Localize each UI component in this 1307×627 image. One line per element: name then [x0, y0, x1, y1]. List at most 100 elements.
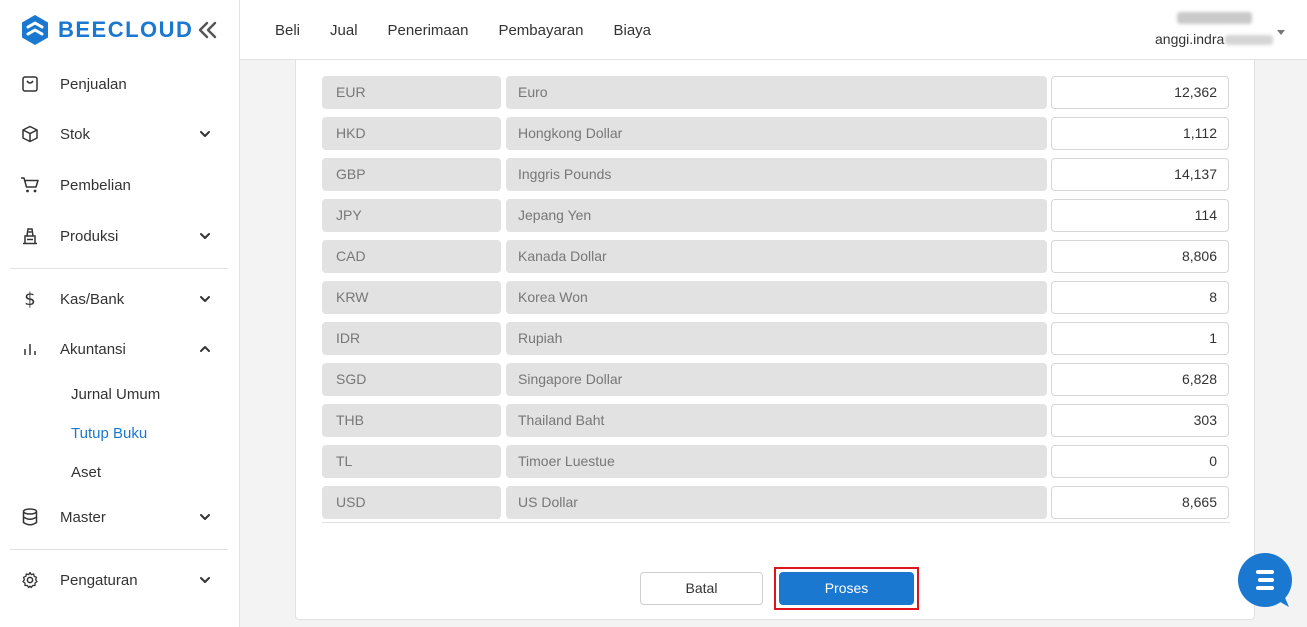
sidebar-item-stok[interactable]: Stok	[20, 117, 220, 151]
table-row: KRW Korea Won 8	[322, 281, 1230, 316]
sidebar-item-penjualan[interactable]: Penjualan	[20, 67, 220, 101]
top-bar: Beli Jual Penerimaan Pembayaran Biaya an…	[240, 0, 1307, 60]
chevron-down-icon	[200, 577, 210, 583]
sidebar-item-label: Akuntansi	[60, 340, 126, 358]
user-email: anggi.indra	[1155, 31, 1274, 47]
double-chevron-left-icon	[198, 21, 217, 39]
currency-name-cell: Rupiah	[506, 322, 1047, 355]
company-name-redacted	[1177, 12, 1252, 24]
cancel-button[interactable]: Batal	[640, 572, 763, 605]
box-icon	[20, 124, 40, 144]
highlight-box: Proses	[774, 567, 919, 610]
sidebar-item-pembelian[interactable]: Pembelian	[20, 168, 220, 202]
gear-icon	[20, 570, 40, 590]
sidebar-item-akuntansi[interactable]: Akuntansi	[20, 332, 220, 366]
table-row: TL Timoer Luestue 0	[322, 445, 1230, 480]
sidebar-divider	[10, 268, 228, 269]
database-icon	[20, 507, 40, 527]
user-email-prefix: anggi.indra	[1155, 31, 1225, 47]
currency-rate-input[interactable]: 1,112	[1051, 117, 1229, 150]
topnav-penerimaan[interactable]: Penerimaan	[388, 22, 469, 39]
sidebar-item-produksi[interactable]: Produksi	[20, 219, 220, 253]
currency-code-cell: IDR	[322, 322, 501, 355]
table-row: EUR Euro 12,362	[322, 76, 1230, 111]
bar-chart-icon	[20, 339, 40, 359]
sidebar-item-label: Master	[60, 508, 106, 526]
factory-icon	[20, 226, 40, 246]
table-row: HKD Hongkong Dollar 1,112	[322, 117, 1230, 152]
currency-rate-card: EUR Euro 12,362 HKD Hongkong Dollar 1,112 GBP I…	[295, 40, 1255, 620]
table-row: USD US Dollar 8,665	[322, 486, 1230, 521]
currency-code-cell: THB	[322, 404, 501, 437]
topnav-beli[interactable]: Beli	[275, 22, 300, 39]
topnav-pembayaran[interactable]: Pembayaran	[498, 22, 583, 39]
cart-icon	[20, 175, 40, 195]
currency-name-cell: Jepang Yen	[506, 199, 1047, 232]
currency-rate-input[interactable]: 303	[1051, 404, 1229, 437]
sidebar-item-label: Produksi	[60, 227, 119, 245]
process-button[interactable]: Proses	[779, 572, 914, 605]
currency-name-cell: Euro	[506, 76, 1047, 109]
currency-code-cell: TL	[322, 445, 501, 478]
currency-rate-input[interactable]: 114	[1051, 199, 1229, 232]
chevron-down-icon	[200, 233, 210, 239]
sidebar-item-label: Stok	[60, 125, 91, 143]
sidebar-item-label: Pengaturan	[60, 571, 138, 589]
sidebar-item-kas-bank[interactable]: $ Kas/Bank	[20, 282, 220, 316]
currency-name-cell: US Dollar	[506, 486, 1047, 519]
table-row: GBP Inggris Pounds 14,137	[322, 158, 1230, 193]
sidebar-item-pengaturan[interactable]: Pengaturan	[20, 563, 220, 597]
chat-bubble-tail	[1269, 593, 1289, 607]
currency-rate-input[interactable]: 12,362	[1051, 76, 1229, 109]
chevron-down-icon	[200, 514, 210, 520]
currency-code-cell: GBP	[322, 158, 501, 191]
sidebar-item-label: Penjualan	[60, 75, 127, 93]
currency-name-cell: Hongkong Dollar	[506, 117, 1047, 150]
currency-code-cell: CAD	[322, 240, 501, 273]
currency-code-cell: JPY	[322, 199, 501, 232]
topnav-biaya[interactable]: Biaya	[614, 22, 652, 39]
chevron-down-icon	[200, 131, 210, 137]
brand-logo[interactable]: BEECLOUD	[20, 14, 193, 46]
currency-code-cell: USD	[322, 486, 501, 519]
sidebar-subitem-jurnal-umum[interactable]: Jurnal Umum	[71, 384, 160, 406]
email-domain-redacted	[1225, 35, 1274, 46]
caret-down-icon	[1277, 30, 1285, 35]
top-navigation: Beli Jual Penerimaan Pembayaran Biaya	[275, 0, 681, 60]
currency-code-cell: HKD	[322, 117, 501, 150]
table-row: THB Thailand Baht 303	[322, 404, 1230, 439]
currency-rate-input[interactable]: 8,665	[1051, 486, 1229, 519]
user-menu[interactable]: anggi.indra	[1155, 8, 1285, 52]
sidebar-item-master[interactable]: Master	[20, 500, 220, 534]
chevron-up-icon	[200, 346, 210, 352]
brand-name: BEECLOUD	[58, 17, 194, 42]
topnav-jual[interactable]: Jual	[330, 22, 358, 39]
dollar-icon: $	[24, 288, 36, 310]
currency-name-cell: Timoer Luestue	[506, 445, 1047, 478]
currency-code-cell: EUR	[322, 76, 501, 109]
currency-rate-input[interactable]: 8	[1051, 281, 1229, 314]
currency-code-cell: KRW	[322, 281, 501, 314]
currency-rate-input[interactable]: 1	[1051, 322, 1229, 355]
sidebar-item-label: Kas/Bank	[60, 290, 125, 308]
currency-name-cell: Korea Won	[506, 281, 1047, 314]
currency-name-cell: Singapore Dollar	[506, 363, 1047, 396]
currency-rate-input[interactable]: 0	[1051, 445, 1229, 478]
table-row: SGD Singapore Dollar 6,828	[322, 363, 1230, 398]
currency-rate-input[interactable]: 6,828	[1051, 363, 1229, 396]
chevron-down-icon	[200, 296, 210, 302]
currency-rate-input[interactable]: 14,137	[1051, 158, 1229, 191]
table-row: CAD Kanada Dollar 8,806	[322, 240, 1230, 275]
currency-name-cell: Kanada Dollar	[506, 240, 1047, 273]
hexagon-logo-icon	[22, 15, 48, 45]
sidebar-subitem-tutup-buku[interactable]: Tutup Buku	[71, 423, 147, 445]
table-divider	[322, 522, 1230, 523]
table-row: IDR Rupiah 1	[322, 322, 1230, 357]
sidebar-divider	[10, 549, 228, 550]
currency-rate-input[interactable]: 8,806	[1051, 240, 1229, 273]
collapse-sidebar-button[interactable]	[196, 18, 220, 42]
sidebar-subitem-aset[interactable]: Aset	[71, 462, 101, 484]
currency-name-cell: Thailand Baht	[506, 404, 1047, 437]
currency-code-cell: SGD	[322, 363, 501, 396]
sidebar: BEECLOUD Penjualan Stok Pembelian Produk…	[0, 0, 240, 627]
